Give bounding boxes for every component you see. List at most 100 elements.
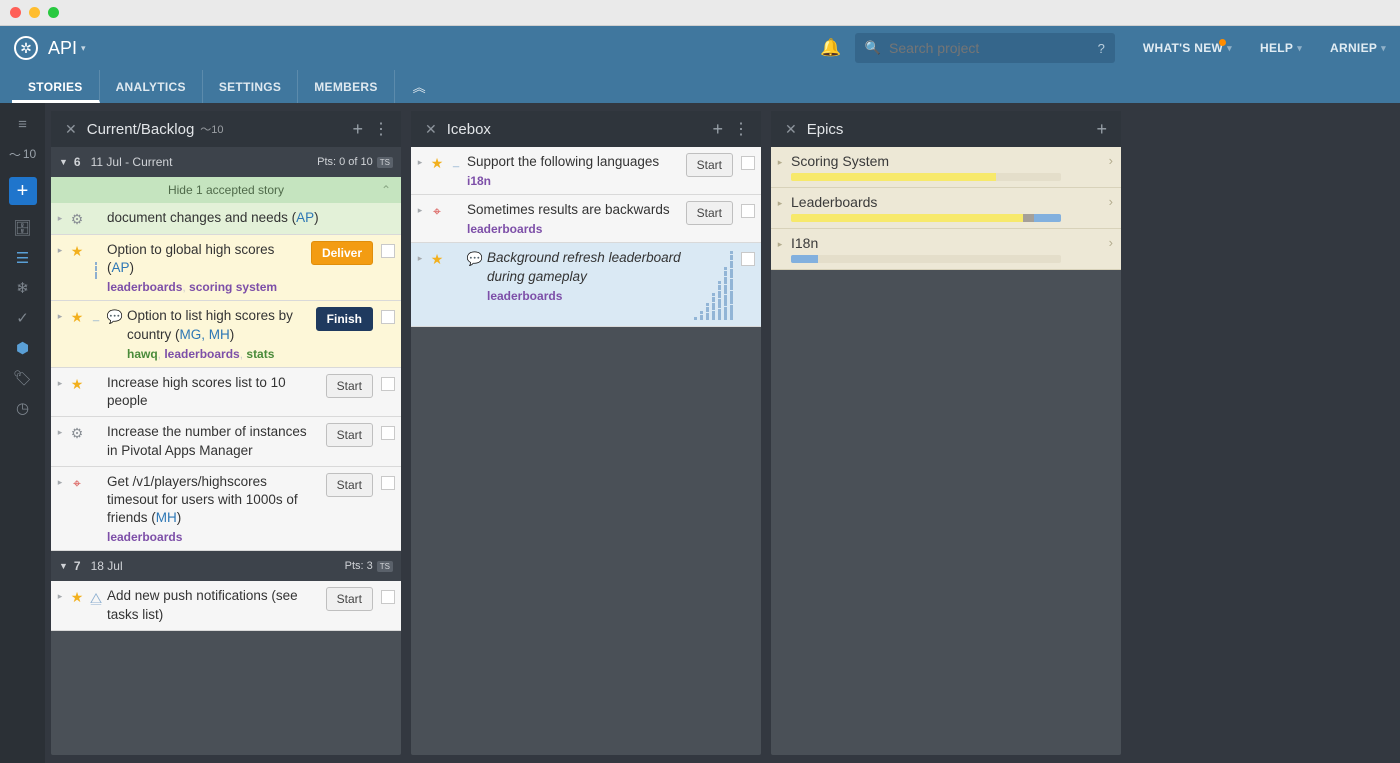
story-row[interactable]: ▸★💬Background refresh leaderboard during… xyxy=(411,243,761,327)
story-state-button[interactable]: Start xyxy=(686,201,733,225)
label[interactable]: leaderboards xyxy=(107,280,182,294)
expand-icon[interactable]: ▸ xyxy=(415,153,425,188)
story-row[interactable]: ▸⚙Increase the number of instances in Pi… xyxy=(51,417,401,466)
label[interactable]: leaderboards xyxy=(467,222,542,236)
expand-icon[interactable]: ▸ xyxy=(55,241,65,294)
expand-icon[interactable]: ▸ xyxy=(55,209,65,228)
estimate-option[interactable] xyxy=(694,317,697,320)
epic-row[interactable]: ▸Scoring System› xyxy=(771,147,1121,188)
sidebar-icebox-icon[interactable]: ❄ xyxy=(0,273,45,303)
owner-initials[interactable]: AP xyxy=(112,260,130,275)
story-state-button[interactable]: Deliver xyxy=(311,241,373,265)
label[interactable]: scoring system xyxy=(189,280,277,294)
panel-menu-icon[interactable]: ⋮ xyxy=(729,119,753,139)
iteration-header[interactable]: ▼611 Jul - CurrentPts: 0 of 10TS xyxy=(51,147,401,177)
sidebar-velocity[interactable]: 〜10 xyxy=(0,139,45,169)
label[interactable]: leaderboards xyxy=(107,530,182,544)
nav-settings[interactable]: SETTINGS xyxy=(203,70,298,103)
whats-new-link[interactable]: WHAT'S NEW ▾ xyxy=(1143,41,1232,55)
expand-icon[interactable]: ▸ xyxy=(775,235,785,263)
app-logo-icon[interactable]: ✲ xyxy=(14,36,38,60)
panel-menu-icon[interactable]: ⋮ xyxy=(369,119,393,139)
sidebar-epics-icon[interactable]: ⬢ xyxy=(0,333,45,363)
expand-icon[interactable]: ▸ xyxy=(775,153,785,181)
story-row[interactable]: ▸★Increase high scores list to 10 people… xyxy=(51,368,401,417)
story-row[interactable]: ▸★Option to global high scores (AP)leade… xyxy=(51,235,401,301)
nav-members[interactable]: MEMBERS xyxy=(298,70,394,103)
close-window-icon[interactable] xyxy=(10,7,21,18)
expand-icon[interactable]: ▸ xyxy=(415,249,425,320)
story-select-checkbox[interactable] xyxy=(381,377,395,391)
story-select-checkbox[interactable] xyxy=(381,590,395,604)
panel-close-icon[interactable]: ✕ xyxy=(419,121,443,138)
label[interactable]: leaderboards xyxy=(164,347,239,361)
search-help-icon[interactable]: ? xyxy=(1098,41,1105,56)
expand-icon[interactable]: ▸ xyxy=(775,194,785,222)
iteration-header[interactable]: ▼718 JulPts: 3TS xyxy=(51,551,401,581)
hide-accepted-bar[interactable]: Hide 1 accepted story⌃ xyxy=(51,177,401,203)
story-select-checkbox[interactable] xyxy=(381,476,395,490)
panel-add-icon[interactable]: + xyxy=(1090,119,1113,140)
notifications-bell-icon[interactable]: 🔔 xyxy=(817,38,845,58)
sidebar-hamburger-icon[interactable]: ≡ xyxy=(0,109,45,139)
expand-icon[interactable]: ▸ xyxy=(55,473,65,545)
estimate-option[interactable] xyxy=(712,293,715,320)
owner-initials[interactable]: AP xyxy=(296,210,314,225)
estimate-option[interactable] xyxy=(700,311,703,320)
project-selector[interactable]: API ▾ xyxy=(48,38,86,59)
search-input[interactable] xyxy=(889,40,1090,56)
comment-icon[interactable]: 💬 xyxy=(467,251,483,320)
panel-close-icon[interactable]: ✕ xyxy=(59,121,83,138)
estimate-option[interactable] xyxy=(706,303,709,320)
story-state-button[interactable]: Start xyxy=(326,423,373,447)
story-state-button[interactable]: Start xyxy=(326,374,373,398)
panel-close-icon[interactable]: ✕ xyxy=(779,121,803,138)
sidebar-history-icon[interactable]: ◷ xyxy=(0,393,45,423)
label[interactable]: leaderboards xyxy=(487,289,562,303)
sidebar-done-icon[interactable]: ✓ xyxy=(0,303,45,333)
story-state-button[interactable]: Start xyxy=(326,473,373,497)
story-state-button[interactable]: Start xyxy=(686,153,733,177)
story-row[interactable]: ▸⌖Get /v1/players/highscores timesout fo… xyxy=(51,467,401,552)
expand-icon[interactable]: ▸ xyxy=(55,307,65,360)
label[interactable]: hawq xyxy=(127,347,158,361)
owner-initials[interactable]: MG, MH xyxy=(180,327,230,342)
epic-row[interactable]: ▸Leaderboards› xyxy=(771,188,1121,229)
sidebar-labels-icon[interactable]: 🏷 xyxy=(0,363,45,393)
sidebar-add-button[interactable]: + xyxy=(9,177,37,205)
minimize-window-icon[interactable] xyxy=(29,7,40,18)
story-row[interactable]: ▸★_💬Option to list high scores by countr… xyxy=(51,301,401,367)
help-link[interactable]: HELP ▾ xyxy=(1260,41,1302,55)
story-state-button[interactable]: Start xyxy=(326,587,373,611)
story-select-checkbox[interactable] xyxy=(741,204,755,218)
label[interactable]: i18n xyxy=(467,174,491,188)
expand-icon[interactable]: ▸ xyxy=(55,374,65,410)
nav-analytics[interactable]: ANALYTICS xyxy=(100,70,203,103)
panel-add-icon[interactable]: + xyxy=(706,119,729,140)
story-row[interactable]: ▸⚙document changes and needs (AP) xyxy=(51,203,401,235)
search-box[interactable]: 🔍 ? xyxy=(855,33,1115,63)
owner-initials[interactable]: MH xyxy=(156,510,177,525)
estimate-option[interactable] xyxy=(718,281,721,320)
story-row[interactable]: ▸★⧋Add new push notifications (see tasks… xyxy=(51,581,401,630)
expand-icon[interactable]: ▸ xyxy=(55,587,65,623)
sidebar-mywork-icon[interactable]: 🗄 xyxy=(0,213,45,243)
story-select-checkbox[interactable] xyxy=(741,252,755,266)
user-menu[interactable]: ARNIEP ▾ xyxy=(1330,41,1386,55)
comment-icon[interactable]: 💬 xyxy=(107,309,123,360)
estimate-option[interactable] xyxy=(730,251,733,320)
sidebar-list-icon[interactable]: ☰ xyxy=(0,243,45,273)
story-select-checkbox[interactable] xyxy=(381,426,395,440)
expand-icon[interactable]: ▸ xyxy=(55,423,65,459)
label[interactable]: stats xyxy=(246,347,274,361)
story-select-checkbox[interactable] xyxy=(381,244,395,258)
story-select-checkbox[interactable] xyxy=(381,310,395,324)
estimate-option[interactable] xyxy=(724,267,727,320)
story-state-button[interactable]: Finish xyxy=(316,307,373,331)
story-row[interactable]: ▸⌖Sometimes results are backwardsleaderb… xyxy=(411,195,761,243)
nav-collapse-icon[interactable]: ︽ xyxy=(395,70,444,103)
story-row[interactable]: ▸★_Support the following languagesi18nSt… xyxy=(411,147,761,195)
epic-row[interactable]: ▸I18n› xyxy=(771,229,1121,270)
expand-icon[interactable]: ▸ xyxy=(415,201,425,236)
story-select-checkbox[interactable] xyxy=(741,156,755,170)
